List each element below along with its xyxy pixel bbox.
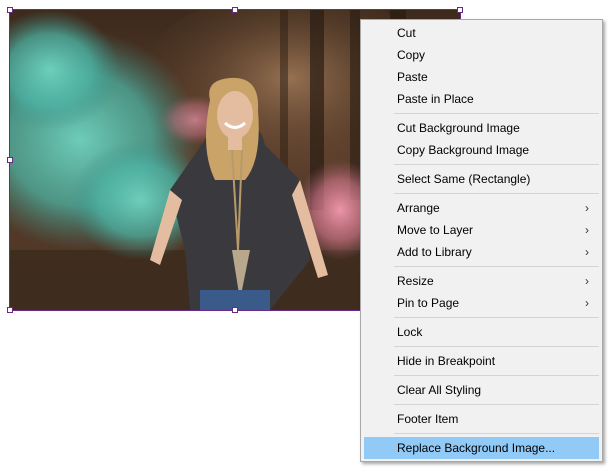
menu-item-label: Cut xyxy=(397,26,416,40)
menu-item-resize[interactable]: Resize › xyxy=(364,270,599,292)
menu-separator xyxy=(394,164,599,165)
menu-separator xyxy=(394,193,599,194)
menu-item-paste-in-place[interactable]: Paste in Place xyxy=(364,88,599,110)
resize-handle-top-right[interactable] xyxy=(457,7,463,13)
menu-separator xyxy=(394,317,599,318)
menu-item-cut[interactable]: Cut xyxy=(364,22,599,44)
menu-item-label: Lock xyxy=(397,325,423,339)
chevron-right-icon: › xyxy=(585,274,589,288)
resize-handle-bottom-left[interactable] xyxy=(7,307,13,313)
resize-handle-top-left[interactable] xyxy=(7,7,13,13)
menu-item-footer-item[interactable]: Footer Item xyxy=(364,408,599,430)
menu-item-label: Paste in Place xyxy=(397,92,474,106)
menu-item-label: Footer Item xyxy=(397,412,459,426)
menu-item-label: Pin to Page xyxy=(397,296,460,310)
menu-item-label: Select Same (Rectangle) xyxy=(397,172,531,186)
menu-separator xyxy=(394,113,599,114)
menu-separator xyxy=(394,404,599,405)
menu-item-label: Hide in Breakpoint xyxy=(397,354,496,368)
menu-item-copy[interactable]: Copy xyxy=(364,44,599,66)
menu-item-label: Cut Background Image xyxy=(397,121,520,135)
menu-item-select-same-rectangle[interactable]: Select Same (Rectangle) xyxy=(364,168,599,190)
context-menu: Cut Copy Paste Paste in Place Cut Background… xyxy=(360,19,603,462)
chevron-right-icon: › xyxy=(585,223,589,237)
menu-item-label: Replace Background Image... xyxy=(397,441,556,455)
menu-item-pin-to-page[interactable]: Pin to Page › xyxy=(364,292,599,314)
resize-handle-top-center[interactable] xyxy=(232,7,238,13)
menu-item-label: Copy Background Image xyxy=(397,143,530,157)
menu-item-label: Clear All Styling xyxy=(397,383,482,397)
menu-item-label: Move to Layer xyxy=(397,223,474,237)
menu-item-label: Add to Library xyxy=(397,245,472,259)
menu-item-paste[interactable]: Paste xyxy=(364,66,599,88)
chevron-right-icon: › xyxy=(585,245,589,259)
menu-item-arrange[interactable]: Arrange › xyxy=(364,197,599,219)
menu-separator xyxy=(394,266,599,267)
menu-item-label: Copy xyxy=(397,48,426,62)
menu-separator xyxy=(394,346,599,347)
menu-item-cut-background-image[interactable]: Cut Background Image xyxy=(364,117,599,139)
menu-item-label: Resize xyxy=(397,274,434,288)
menu-item-lock[interactable]: Lock xyxy=(364,321,599,343)
menu-item-clear-all-styling[interactable]: Clear All Styling xyxy=(364,379,599,401)
menu-separator xyxy=(394,375,599,376)
menu-item-hide-in-breakpoint[interactable]: Hide in Breakpoint xyxy=(364,350,599,372)
menu-item-label: Arrange xyxy=(397,201,440,215)
chevron-right-icon: › xyxy=(585,201,589,215)
menu-item-replace-background-image[interactable]: Replace Background Image... xyxy=(364,437,599,459)
resize-handle-middle-left[interactable] xyxy=(7,157,13,163)
menu-item-copy-background-image[interactable]: Copy Background Image xyxy=(364,139,599,161)
menu-item-move-to-layer[interactable]: Move to Layer › xyxy=(364,219,599,241)
menu-item-add-to-library[interactable]: Add to Library › xyxy=(364,241,599,263)
resize-handle-bottom-center[interactable] xyxy=(232,307,238,313)
menu-item-label: Paste xyxy=(397,70,428,84)
chevron-right-icon: › xyxy=(585,296,589,310)
menu-separator xyxy=(394,433,599,434)
